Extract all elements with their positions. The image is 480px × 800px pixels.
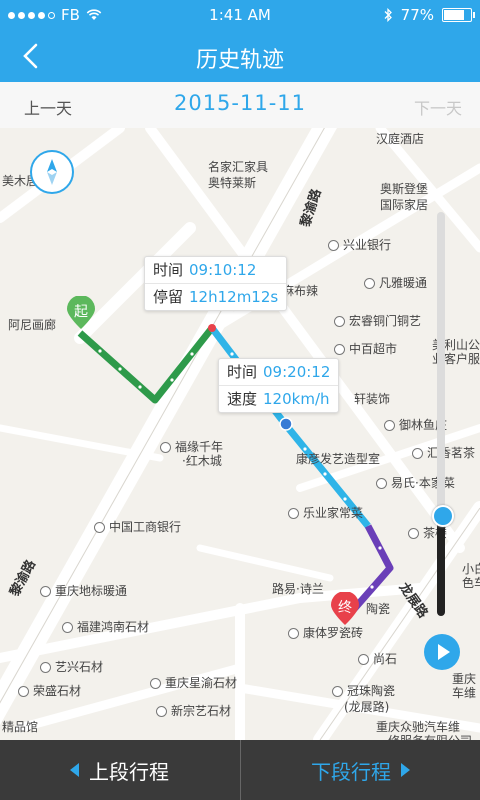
bluetooth-icon xyxy=(384,8,392,22)
poi: 荣盛石材 xyxy=(18,682,81,699)
poi: 汉庭酒店 xyxy=(376,132,425,146)
end-marker: 终 xyxy=(330,592,360,626)
poi: 奥特莱斯 xyxy=(208,176,257,190)
poi: 轩装饰 xyxy=(354,392,391,406)
poi: (龙展路) xyxy=(344,700,390,714)
prev-segment-button[interactable]: 上段行程 xyxy=(0,740,239,800)
stop-duration: 12h12m12s xyxy=(189,288,279,306)
poi: 国际家居 xyxy=(380,198,429,212)
poi: 尚石 xyxy=(358,650,397,667)
map-canvas xyxy=(0,128,480,740)
nav-bar: 历史轨迹 xyxy=(0,30,480,82)
next-day-button[interactable]: 下一天 xyxy=(414,95,462,119)
battery-percent: 77% xyxy=(400,6,434,24)
page-title: 历史轨迹 xyxy=(195,48,284,73)
poi: 精品馆 xyxy=(2,720,39,734)
poi: 路易·诗兰 xyxy=(272,582,324,596)
time-label: 时间 xyxy=(227,363,258,381)
poi: 陶瓷 xyxy=(366,602,391,616)
poi: 阿尼画廊 xyxy=(8,318,57,332)
poi: 中百超市 xyxy=(334,340,397,357)
time-label: 时间 xyxy=(153,261,184,279)
poi: 麻布辣 xyxy=(282,284,319,298)
current-position xyxy=(279,417,293,431)
status-bar: FB 1:41 AM 77% xyxy=(0,0,480,30)
poi: 新宗艺石材 xyxy=(156,702,231,719)
poi: 康彦发艺造型室 xyxy=(296,452,381,466)
poi: 名家汇家具 xyxy=(208,160,269,174)
poi: 修服务有限公司 xyxy=(388,732,472,740)
next-segment-button[interactable]: 下段行程 xyxy=(241,740,480,800)
poi: 凡雅暖通 xyxy=(364,274,427,291)
map-view[interactable]: 汉庭酒店 名家汇家具 奥特莱斯 美木居 奥斯登堡 国际家居 兴业银行 凡雅暖通 … xyxy=(0,128,480,740)
poi: 福建鸿南石材 xyxy=(62,618,149,635)
poi: 重庆星渝石材 xyxy=(150,674,237,691)
triangle-left-icon xyxy=(70,763,79,777)
poi: 兴业银行 xyxy=(328,236,391,253)
current-date: 2015-11-11 xyxy=(173,91,307,115)
poi: 色车 xyxy=(462,576,480,590)
time-value: 09:10:12 xyxy=(189,261,257,279)
poi: ·红木城 xyxy=(182,454,222,468)
poi: 乐业家常菜 xyxy=(288,504,363,521)
speed-info-popup: 时间 09:20:12 速度 120km/h xyxy=(218,358,340,413)
poi: 艺兴石材 xyxy=(40,658,103,675)
stop-info-popup: 时间 09:10:12 停留 12h12m12s xyxy=(144,256,288,311)
poi: 重庆地标暖通 xyxy=(40,582,127,599)
poi: 康体罗瓷砖 xyxy=(288,624,363,641)
poi: 中国工商银行 xyxy=(94,518,181,535)
compass-icon[interactable] xyxy=(30,150,74,194)
date-bar: 上一天 2015-11-11 下一天 xyxy=(0,82,480,129)
time-value: 09:20:12 xyxy=(263,363,331,381)
playback-slider-handle[interactable] xyxy=(432,505,454,527)
play-icon xyxy=(438,644,450,660)
poi: 奥斯登堡 xyxy=(380,182,429,196)
triangle-right-icon xyxy=(401,763,410,777)
prev-segment-label: 上段行程 xyxy=(89,759,169,784)
start-marker: 起 xyxy=(66,296,96,330)
poi: 车维 xyxy=(452,686,477,700)
stop-label: 停留 xyxy=(153,288,184,306)
speed-label: 速度 xyxy=(227,390,258,408)
poi: 宏睿铜门铜艺 xyxy=(334,312,421,329)
speed-value: 120km/h xyxy=(263,390,330,408)
play-button[interactable] xyxy=(424,634,460,670)
poi: 冠珠陶瓷 xyxy=(332,682,395,699)
playback-slider-fill xyxy=(437,514,445,616)
stop-point xyxy=(208,324,216,332)
battery-icon xyxy=(442,8,475,22)
next-segment-label: 下段行程 xyxy=(311,759,391,784)
bottom-bar: 上段行程 下段行程 xyxy=(0,740,480,800)
